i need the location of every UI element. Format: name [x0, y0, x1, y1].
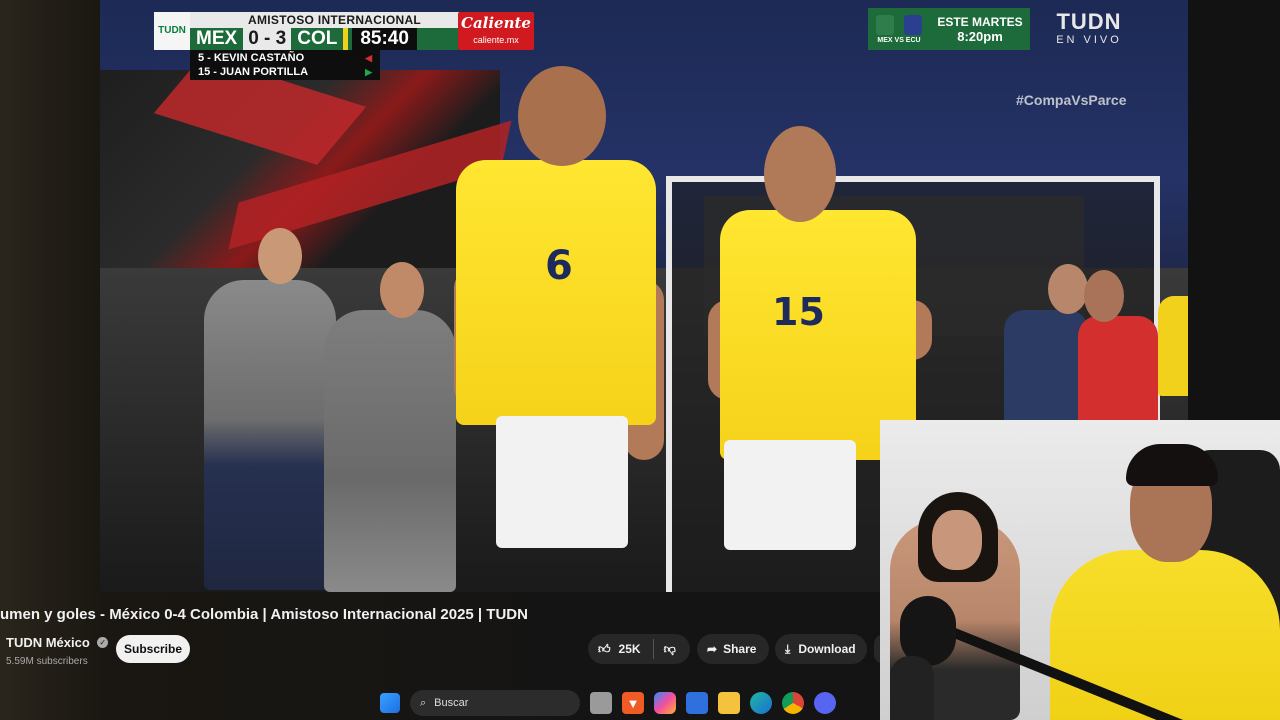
away-score: 3 — [275, 28, 287, 49]
video-title: umen y goles - México 0-4 Colombia | Ami… — [0, 606, 528, 623]
share-label: Share — [723, 642, 757, 656]
like-count: 25K — [618, 642, 641, 656]
share-icon: ➦ — [707, 642, 718, 656]
substitutions: 5 - KEVIN CASTAÑO ◀ 15 - JUAN PORTILLA ▶ — [190, 50, 380, 80]
next-match-promo: MEX VS ECU ESTE MARTES 8:20pm — [868, 8, 1030, 50]
live-label: EN VIVO — [1056, 34, 1122, 46]
staff-person-3 — [1004, 310, 1088, 430]
search-placeholder: Buscar — [434, 697, 469, 709]
arrow-in-icon: ▶ — [365, 67, 372, 77]
substitution-out: 5 - KEVIN CASTAÑO ◀ — [198, 52, 372, 64]
jersey-number: 15 — [772, 290, 825, 334]
stadium-banner — [100, 55, 512, 270]
home-score: 0 — [248, 28, 259, 49]
colombia-flag-strip — [343, 28, 349, 50]
edge-icon[interactable] — [750, 692, 772, 714]
match-clock: 85:40 — [352, 28, 417, 50]
share-button[interactable]: ➦ Share — [697, 634, 769, 664]
channel-logo: TUDN — [1056, 9, 1122, 34]
away-team: COL — [297, 28, 338, 49]
screen: 6 15 TUDN AMISTOSO INTERNACIONAL MEX 0 -… — [0, 0, 1280, 720]
score-separator: - — [264, 28, 271, 49]
verified-icon: ✓ — [97, 637, 109, 649]
webcam-overlay — [880, 420, 1280, 720]
download-label: Download — [798, 642, 856, 656]
download-button[interactable]: ⤓ Download — [775, 634, 867, 664]
subscriber-count: 5.59M subscribers — [6, 656, 88, 667]
channel-name[interactable]: TUDN México — [6, 635, 90, 650]
store-icon[interactable] — [686, 692, 708, 714]
substitution-in: 15 - JUAN PORTILLA ▶ — [198, 66, 372, 78]
task-view-icon[interactable] — [590, 692, 612, 714]
promo-day: ESTE MARTES — [937, 14, 1023, 29]
chrome-icon[interactable] — [782, 692, 804, 714]
copilot-icon[interactable] — [654, 692, 676, 714]
staff-person-2 — [324, 310, 456, 592]
jersey-number: 6 — [545, 243, 573, 289]
thumbs-up-icon: 👍︎ — [598, 641, 611, 656]
competition-title: AMISTOSO INTERNACIONAL — [190, 12, 490, 28]
referee — [1078, 316, 1158, 426]
download-icon: ⤓ — [785, 641, 791, 656]
sponsor-name: Caliente — [461, 14, 531, 32]
streamer-host — [1050, 550, 1280, 720]
discord-icon[interactable] — [814, 692, 836, 714]
home-team: MEX — [196, 28, 238, 49]
dislike-button[interactable]: 👎︎ — [654, 642, 686, 657]
thumbs-down-icon: 👎︎ — [663, 641, 676, 656]
score-row: MEX 0 - 3 COL 85:40 — [190, 28, 458, 50]
file-explorer-icon[interactable] — [718, 692, 740, 714]
sponsor-badge: Caliente caliente.mx — [458, 12, 534, 50]
channel-info[interactable]: TUDN México ✓ 5.59M subscribers — [6, 634, 109, 667]
promo-teams: MEX VS ECU — [877, 36, 921, 44]
arrow-out-icon: ◀ — [365, 53, 372, 63]
windows-start-icon[interactable] — [380, 693, 400, 713]
mexico-crest-icon — [876, 14, 894, 35]
subscribe-button[interactable]: Subscribe — [116, 635, 190, 663]
brave-icon[interactable]: ▼ — [622, 692, 644, 714]
like-dislike-group: 👍︎ 25K 👎︎ — [588, 634, 690, 664]
search-icon: ⌕ — [420, 696, 427, 709]
sponsor-url: caliente.mx — [473, 35, 519, 45]
like-button[interactable]: 👍︎ 25K — [588, 639, 654, 659]
hashtag: #CompaVsParce — [1016, 92, 1127, 108]
channel-bug: TUDN EN VIVO — [1044, 9, 1134, 47]
promo-time: 8:20pm — [957, 28, 1003, 44]
windows-taskbar: ⌕ Buscar ▼ — [380, 686, 880, 720]
taskbar-search[interactable]: ⌕ Buscar — [410, 690, 580, 716]
ecuador-crest-icon — [904, 14, 922, 35]
score: 0 - 3 — [243, 28, 292, 50]
tudn-logo: TUDN — [154, 12, 190, 50]
staff-person-1 — [204, 280, 336, 590]
